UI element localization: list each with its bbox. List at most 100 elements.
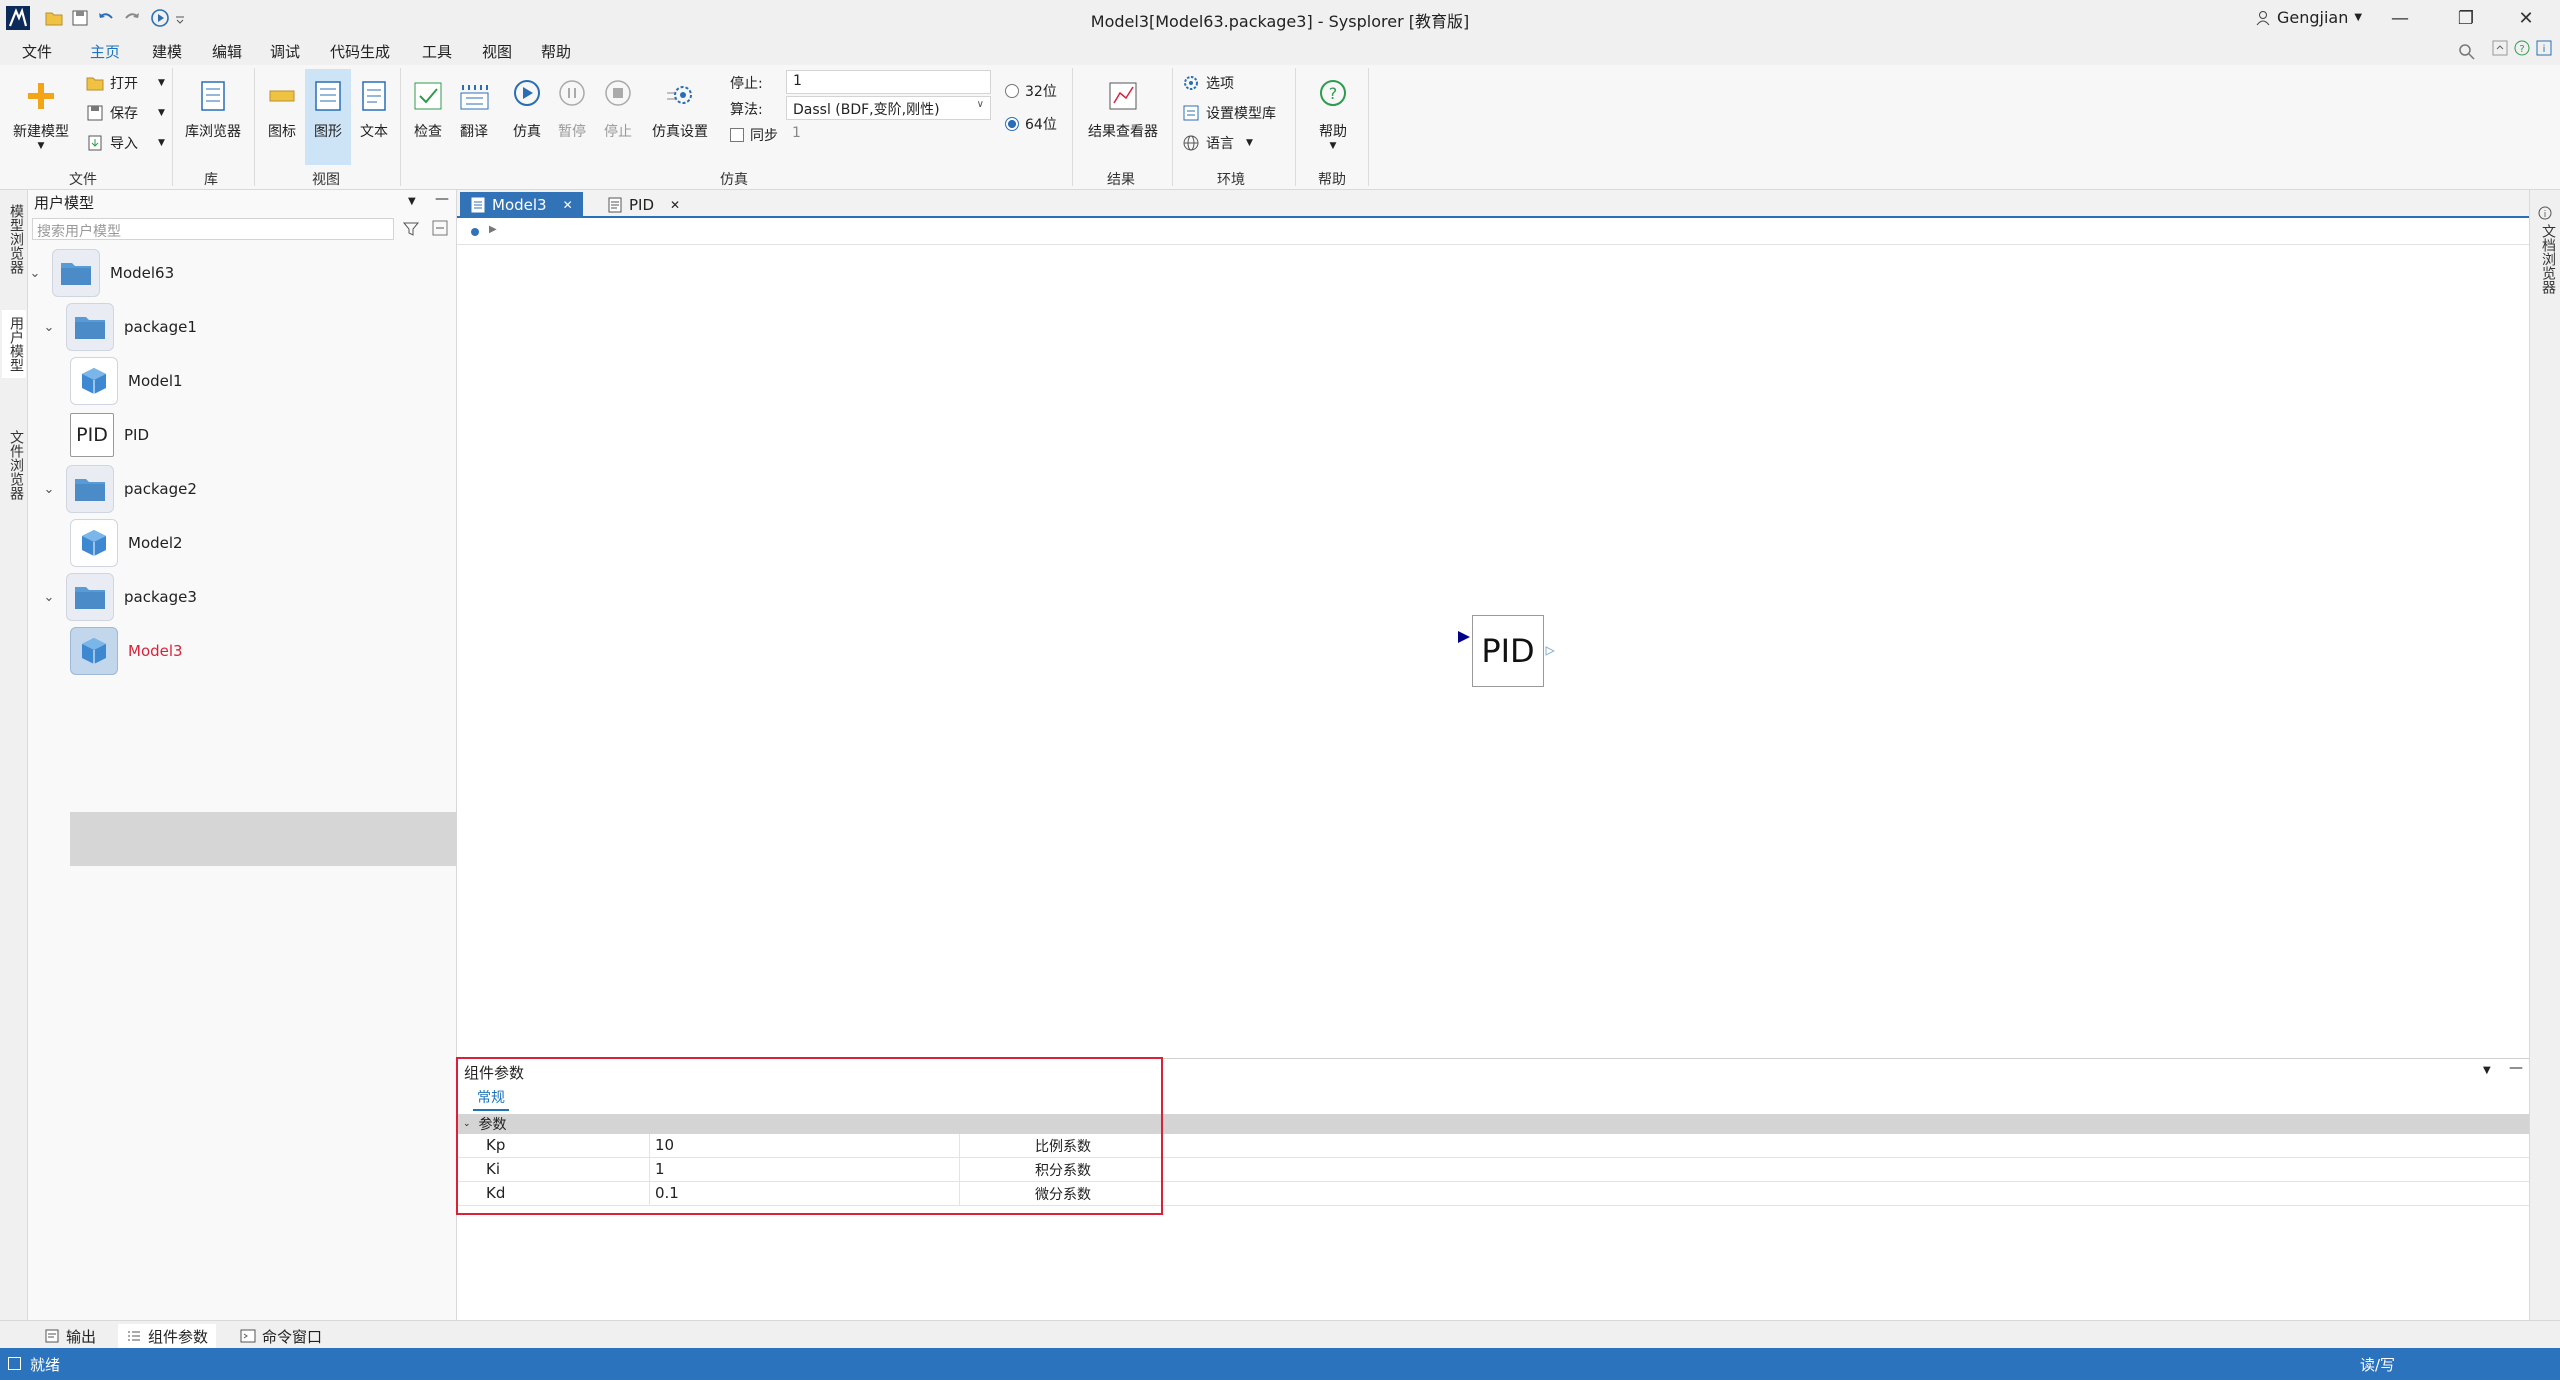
text-doc-icon [607,197,623,213]
globe-icon [1182,134,1200,152]
tree-node-pid[interactable]: PID PID [70,409,149,461]
help-button[interactable]: ? 帮助 ▼ [1303,79,1363,151]
menu-modeling[interactable]: 建模 [152,41,182,62]
diagram-icon [470,197,486,213]
minimize-panel-icon[interactable]: — [2509,1060,2523,1076]
close-tab-icon[interactable]: ✕ [563,198,573,212]
menu-file[interactable]: 文件 [22,41,52,62]
tab-document-browser[interactable]: 文档浏览器 [2534,224,2558,294]
minimize-panel-icon[interactable]: — [435,191,449,207]
diagram-view-button[interactable]: 图形 [305,69,351,165]
chevron-down-icon: ▼ [37,141,45,151]
bit64-radio[interactable]: 64位 [1005,114,1057,134]
open-button[interactable]: 打开 ▼ [86,73,165,93]
tab-command-window[interactable]: 命令窗口 [232,1324,330,1348]
folder-icon [66,465,114,513]
library-icon [196,79,230,113]
menu-view[interactable]: 视图 [482,41,512,62]
user-name: Gengjian [2277,8,2349,27]
search-icon[interactable] [2458,43,2476,61]
save-icon [86,104,104,122]
chevron-down-icon[interactable]: ⌄ [42,482,56,497]
info-icon[interactable]: i [2536,40,2552,56]
ribbon-separator [1072,68,1073,186]
collapse-all-icon[interactable] [432,220,448,236]
left-panel-tabs: 模型浏览器 用户模型 文件浏览器 [0,190,28,1320]
chevron-down-icon: ▼ [1329,141,1337,151]
new-model-button[interactable]: 新建模型 ▼ [8,79,74,151]
tree-node-model2[interactable]: Model2 [70,517,183,569]
library-browser-button[interactable]: 库浏览器 [180,79,246,141]
translate-button[interactable]: 翻译 [454,79,494,141]
check-button[interactable]: 检查 [408,79,448,141]
home-nav-icon[interactable] [469,226,481,238]
result-viewer-button[interactable]: 结果查看器 [1080,79,1166,141]
sync-checkbox[interactable]: 同步 [730,125,778,145]
set-model-library-button[interactable]: 设置模型库 [1182,103,1276,123]
simulate-button[interactable]: 仿真 [507,79,547,141]
tree-node-model1[interactable]: Model1 [70,355,183,407]
tree-node-package3[interactable]: ⌄ package3 [42,571,197,623]
chevron-down-icon[interactable]: ⌄ [42,590,56,605]
filter-icon[interactable] [402,220,420,238]
chevron-down-icon[interactable]: ▼ [2483,1065,2491,1076]
menu-help[interactable]: 帮助 [541,41,571,62]
menu-tools[interactable]: 工具 [422,41,452,62]
pause-icon [555,79,589,113]
chevron-down-icon[interactable]: ▼ [408,196,416,207]
chevron-right-icon[interactable]: ▶ [489,224,497,235]
ribbon-separator [1295,68,1296,186]
menu-debug[interactable]: 调试 [270,41,300,62]
help-circle-icon[interactable]: ? [2514,40,2530,56]
collapse-ribbon-icon[interactable] [2492,40,2508,56]
stop-time-input[interactable]: 1 [786,70,991,94]
tree-node-package1[interactable]: ⌄ package1 [42,301,197,353]
options-button[interactable]: 选项 [1182,73,1234,93]
chevron-down-icon[interactable]: ⌄ [28,266,42,281]
stop-button[interactable]: 停止 [598,79,638,141]
group-result-label: 结果 [1107,172,1135,188]
algorithm-select[interactable]: Dassl (BDF,变阶,刚性) ∨ [786,96,991,120]
user-menu[interactable]: Gengjian ▼ [2255,8,2362,27]
selected-row-highlight [70,812,457,866]
input-port-icon[interactable] [1457,630,1471,644]
sim-settings-button[interactable]: 仿真设置 [645,79,715,141]
menu-home[interactable]: 主页 [90,41,120,62]
icon-view-button[interactable]: 图标 [262,79,302,141]
bottom-panel-tabs: 输出 组件参数 命令窗口 [0,1320,2560,1348]
close-tab-icon[interactable]: ✕ [670,198,680,212]
panel-title: 用户模型 [34,194,95,212]
play-icon [510,79,544,113]
group-lib-label: 库 [204,172,218,188]
save-button[interactable]: 保存 ▼ [86,103,165,123]
list-icon [126,1328,142,1344]
tab-user-models[interactable]: 用户模型 [2,310,26,378]
bit32-radio[interactable]: 32位 [1005,81,1057,101]
text-view-button[interactable]: 文本 [354,79,394,141]
tree-search-input[interactable]: 搜索用户模型 [32,218,394,240]
import-icon [86,134,104,152]
tree-node-model3[interactable]: Model3 [70,625,183,677]
minimize-button[interactable]: — [2370,4,2430,32]
menu-edit[interactable]: 编辑 [212,41,242,62]
chevron-down-icon[interactable]: ⌄ [42,320,56,335]
pause-button[interactable]: 暂停 [552,79,592,141]
restore-button[interactable]: ❐ [2436,4,2496,32]
tab-pid[interactable]: PID ✕ [597,192,690,218]
menu-bar: 文件 主页 建模 编辑 调试 代码生成 工具 视图 帮助 搜索 ? i [0,37,2560,100]
model-cube-icon [70,357,118,405]
tab-model3[interactable]: Model3 ✕ [460,192,583,218]
tree-node-model63[interactable]: ⌄ Model63 [28,247,174,299]
tab-output[interactable]: 输出 [36,1324,104,1348]
tree-node-package2[interactable]: ⌄ package2 [42,463,197,515]
language-button[interactable]: 语言 ▼ [1182,133,1253,153]
tab-file-browser[interactable]: 文件浏览器 [2,430,26,500]
import-button[interactable]: 导入 ▼ [86,133,165,153]
info-icon: i [2538,206,2552,220]
menu-codegen[interactable]: 代码生成 [330,41,390,62]
group-file-label: 文件 [69,172,97,188]
output-port-icon[interactable] [1545,646,1555,656]
close-button[interactable]: ✕ [2496,4,2556,32]
tab-model-browser[interactable]: 模型浏览器 [2,204,26,274]
tab-component-params[interactable]: 组件参数 [118,1324,217,1348]
